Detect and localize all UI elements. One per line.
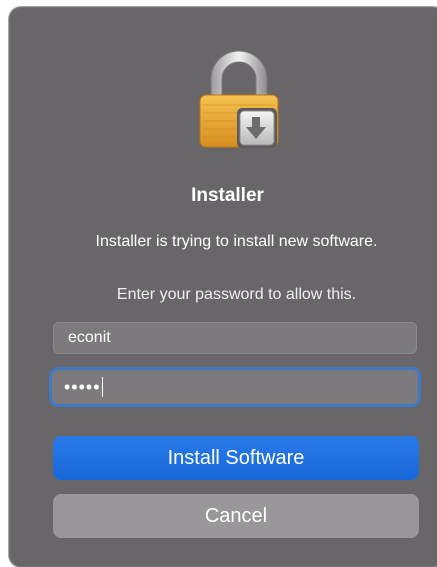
text-cursor	[101, 377, 104, 397]
password-prompt: Enter your password to allow this.	[116, 286, 357, 303]
password-mask: •••••	[64, 377, 104, 397]
dialog-title: Installer	[191, 185, 264, 206]
authorization-dialog: Installer Installer is trying to install…	[9, 7, 437, 567]
lock-icon	[199, 50, 279, 148]
cancel-button[interactable]: Cancel	[53, 494, 419, 538]
username-field[interactable]	[53, 322, 417, 354]
install-software-button[interactable]: Install Software	[53, 436, 419, 480]
dialog-message: Installer is trying to install new softw…	[95, 233, 378, 250]
password-field[interactable]: •••••	[49, 367, 421, 407]
